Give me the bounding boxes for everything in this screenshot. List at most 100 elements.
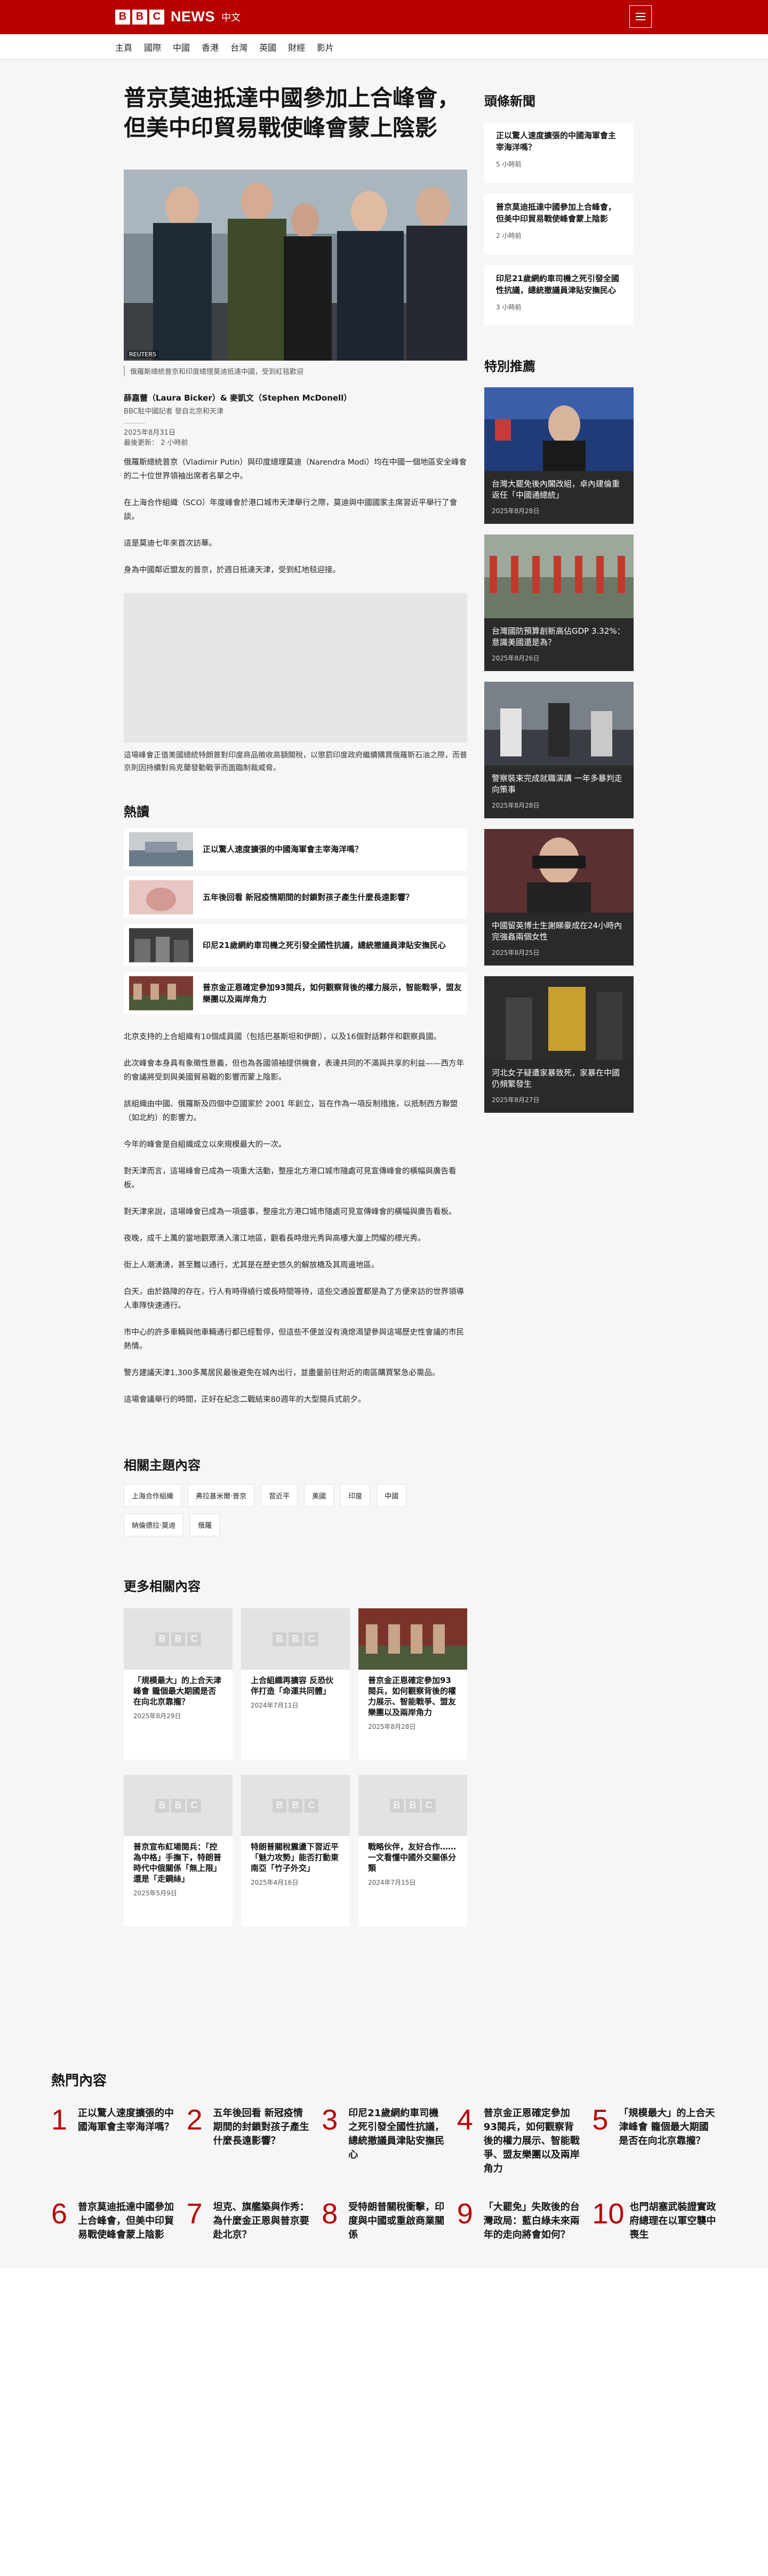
most-read-item[interactable]: 9 「大罷免」失敗後的台灣政局：藍白綠未來兩年的走向將會如何？ — [457, 2199, 582, 2242]
topic-tag[interactable]: 美國 — [304, 1484, 334, 1507]
featured-item[interactable]: 警察裝束完成就職演講 一年多暴判走向策事 2025年8月28日 — [484, 682, 634, 818]
related-card-title: 「規模最大」的上合天津峰會 籠個最大期國是否在向北京靠攏？ — [133, 1676, 222, 1706]
most-read-item[interactable]: 1 正以驚人速度擴張的中國海軍會主宰海洋嗎？ — [51, 2106, 176, 2176]
placeholder-logo-letter: B — [155, 1632, 169, 1646]
nav-item-hongkong[interactable]: 香港 — [202, 41, 219, 53]
top-story-item[interactable]: 普京莫迪抵達中國參加上合峰會，但美中印貿易戰使峰會蒙上陰影 2 小時前 — [484, 194, 634, 254]
nav-item-china[interactable]: 中國 — [173, 41, 190, 53]
related-card-title: 普京金正恩確定參加93閱兵，如何觀察背後的權力展示、智能戰爭、盟友樂團以及兩岸角… — [368, 1676, 457, 1717]
hot-read-thumbnail — [129, 928, 193, 962]
placeholder-logo-letter: B — [289, 1632, 302, 1646]
placeholder-logo-letter: B — [289, 1798, 302, 1813]
nav-item-video[interactable]: 影片 — [317, 41, 334, 53]
section-nav: 主頁 國際 中國 香港 台灣 英國 財經 影片 — [0, 34, 768, 60]
topic-tag[interactable]: 習近平 — [261, 1484, 298, 1507]
placeholder-logo-letter: C — [305, 1798, 318, 1813]
most-read-title-text: 普京莫迪抵達中國參加上合峰會，但美中印貿易戰使峰會蒙上陰影 — [78, 2202, 174, 2240]
featured-title: 特別推薦 — [484, 359, 535, 374]
featured-item[interactable]: 台灣大罷免後內閣改組，卓內建倫重返任「中國通總統」 2025年8月28日 — [484, 387, 634, 524]
top-story-time: 2 小時前 — [496, 232, 522, 240]
publish-date: 2025年8月31日 — [124, 429, 175, 437]
featured-image — [484, 829, 634, 913]
bbc-news-logo[interactable]: B B C NEWS 中文 — [115, 9, 241, 25]
most-read-item[interactable]: 10 也門胡塞武裝證實政府總理在以軍空襲中喪生 — [592, 2199, 717, 2242]
related-card-image — [358, 1608, 467, 1670]
article-paragraph: 對天津來說，這場峰會已成為一項盛事，整座北方港口城市隨處可見宣傳峰會的橫幅與廣告… — [124, 1208, 457, 1216]
more-related-grid: B B C 「規模最大」的上合天津峰會 籠個最大期國是否在向北京靠攏？ 2025… — [124, 1608, 467, 1926]
embedded-media-caption: 這場峰會正值美國總統特朗普對印度商品徵收高額關稅，以懲罰印度政府繼續購買俄羅斯石… — [124, 751, 467, 772]
related-card-date: 2024年7月15日 — [368, 1879, 416, 1886]
logo-letter: B — [115, 9, 130, 25]
featured-item[interactable]: 台灣國防預算創新高佔GDP 3.32%：意識美國還是為？ 2025年8月26日 — [484, 535, 634, 671]
related-card[interactable]: 普京金正恩確定參加93閱兵，如何觀察背後的權力展示、智能戰爭、盟友樂團以及兩岸角… — [358, 1608, 467, 1760]
related-card[interactable]: B B C 上合組織再擴容 反恐伙伴打造「命運共同體」 2024年7月11日 — [241, 1608, 350, 1760]
related-card[interactable]: B B C 普京宣布紅場閱兵：「控為中格」手撫下，特朗普時代中俄關係「無上限」還… — [124, 1775, 233, 1926]
most-read-rank: 1 — [51, 2104, 68, 2136]
placeholder-logo-letter: B — [273, 1632, 286, 1646]
top-story-title: 正以驚人速度擴張的中國海軍會主宰海洋嗎？ — [496, 131, 617, 152]
most-read-item[interactable]: 7 坦克、旗艦築與作秀：為什麼金正恩與普京要赴北京？ — [187, 2199, 311, 2242]
article-paragraph: 街上人潮湧湧，甚至難以通行，尤其是在歷史悠久的解放橋及其周邊地區。 — [124, 1261, 379, 1270]
featured-item[interactable]: 河北女子疑遭家暴致死，家暴在中國仍頻繁發生 2025年8月27日 — [484, 976, 634, 1113]
featured-item-title: 警察裝束完成就職演講 一年多暴判走向策事 — [492, 773, 622, 794]
nav-item-taiwan[interactable]: 台灣 — [230, 41, 247, 53]
article-paragraph: 在上海合作組織（SCO）年度峰會於港口城市天津舉行之際，莫迪與中國國家主席習近平… — [124, 499, 458, 521]
top-story-item[interactable]: 正以驚人速度擴張的中國海軍會主宰海洋嗎？ 5 小時前 — [484, 122, 634, 183]
bbc-placeholder-image: B B C — [241, 1608, 350, 1670]
article-paragraph: 此次峰會本身具有象徵性意義，但也為各國領袖提供機會，表達共同的不滿與共享的利益—… — [124, 1059, 464, 1082]
nav-item-home[interactable]: 主頁 — [115, 41, 132, 53]
article-paragraph: 這場會議舉行的時間，正好在紀念二戰結束80週年的大型閱兵式前夕。 — [124, 1395, 366, 1404]
featured-item[interactable]: 中國留英博士生謝睇豪成在24小時內完強姦兩個女性 2025年8月25日 — [484, 829, 634, 966]
most-read-rank: 8 — [322, 2198, 338, 2230]
sidebar: 頭條新聞 正以驚人速度擴張的中國海軍會主宰海洋嗎？ 5 小時前 普京莫迪抵達中國… — [484, 75, 634, 1123]
image-credit: REUTERS — [127, 350, 158, 358]
topic-tag[interactable]: 納倫德拉·莫迪 — [124, 1513, 184, 1536]
most-read-item[interactable]: 8 受特朗普關稅衝擊，印度與中國或重啟商業關係 — [322, 2199, 446, 2242]
most-read-title-text: 也門胡塞武裝證實政府總理在以軍空襲中喪生 — [629, 2202, 716, 2240]
hot-read-item[interactable]: 普京金正恩確定參加93閱兵，如何觀察背後的權力展示，智能戰爭，盟友樂團以及兩岸角… — [124, 972, 467, 1014]
hot-read-item[interactable]: 五年後回看 新冠疫情期間的封鎖對孩子產生什麼長遠影響？ — [124, 876, 467, 918]
top-story-item[interactable]: 印尼21歲網約車司機之死引發全國性抗議，總統撤議員津貼安撫民心 3 小時前 — [484, 265, 634, 326]
topic-tag[interactable]: 俄羅 — [190, 1513, 220, 1536]
related-topics-list: 上海合作組織 弗拉基米爾·普京 習近平 美國 印度 中國 納倫德拉·莫迪 俄羅 — [124, 1484, 422, 1536]
topic-tag[interactable]: 中國 — [377, 1484, 407, 1507]
menu-button[interactable] — [629, 5, 652, 28]
related-card[interactable]: B B C 「規模最大」的上合天津峰會 籠個最大期國是否在向北京靠攏？ 2025… — [124, 1608, 233, 1760]
most-read-item[interactable]: 3 印尼21歲網約車司機之死引發全國性抗議，總統撤議員津貼安撫民心 — [322, 2106, 446, 2176]
placeholder-logo-letter: C — [422, 1798, 436, 1813]
top-bar: B B C NEWS 中文 — [0, 0, 768, 34]
related-card[interactable]: B B C 特朗普關稅震盪下習近平「魅力攻勢」能否打動東南亞「竹子外交」 202… — [241, 1775, 350, 1926]
most-read-item[interactable]: 6 普京莫迪抵達中國參加上合峰會，但美中印貿易戰使峰會蒙上陰影 — [51, 2199, 176, 2242]
most-read-rank: 5 — [592, 2104, 609, 2136]
featured-image — [484, 682, 634, 765]
hot-read-thumbnail — [129, 976, 193, 1010]
bbc-placeholder-image: B B C — [124, 1608, 233, 1670]
topic-tag[interactable]: 上海合作組織 — [124, 1484, 182, 1507]
top-story-title: 普京莫迪抵達中國參加上合峰會，但美中印貿易戰使峰會蒙上陰影 — [496, 202, 617, 224]
hot-read-item[interactable]: 正以驚人速度擴張的中國海軍會主宰海洋嗎？ — [124, 828, 467, 870]
related-card-title: 戰略伙伴，友好合作……一文看懂中國外交關係分類 — [368, 1842, 457, 1873]
topic-tag[interactable]: 印度 — [340, 1484, 371, 1507]
nav-item-business[interactable]: 財經 — [288, 41, 305, 53]
most-read-title-text: 正以驚人速度擴張的中國海軍會主宰海洋嗎？ — [78, 2108, 174, 2133]
nav-item-international[interactable]: 國際 — [144, 41, 161, 53]
hot-read-item[interactable]: 印尼21歲網約車司機之死引發全國性抗議，總統撤議員津貼安撫民心 — [124, 924, 467, 966]
article-main: 普京莫迪抵達中國參加上合峰會，但美中印貿易戰使峰會蒙上陰影 REUTERS 俄羅… — [124, 75, 467, 1926]
article-paragraph: 這是莫迪七年來首次訪華。 — [124, 539, 217, 548]
article-paragraph: 北京支持的上合組織有10個成員國（包括巴基斯坦和伊朗），以及16個對話夥伴和觀察… — [124, 1033, 442, 1041]
most-read-rank: 9 — [457, 2198, 473, 2230]
featured-image — [484, 976, 634, 1060]
hero-photo-illustration — [124, 170, 467, 361]
most-read-title-text: 受特朗普關稅衝擊，印度與中國或重啟商業關係 — [348, 2202, 445, 2240]
nav-item-uk[interactable]: 英國 — [259, 41, 276, 53]
most-read-item[interactable]: 2 五年後回看 新冠疫情期間的封鎖對孩子產生什麼長遠影響？ — [187, 2106, 311, 2176]
article-headline: 普京莫迪抵達中國參加上合峰會，但美中印貿易戰使峰會蒙上陰影 — [124, 85, 460, 141]
most-read-item[interactable]: 5 「規模最大」的上合天津峰會 籠個最大期國是否在向北京靠攏？ — [592, 2106, 717, 2176]
related-card-date: 2025年5月9日 — [133, 1889, 177, 1897]
related-card[interactable]: B B C 戰略伙伴，友好合作……一文看懂中國外交關係分類 2024年7月15日 — [358, 1775, 467, 1926]
most-read-item[interactable]: 4 普京金正恩確定參加93閱兵，如何觀察背後的權力展示、智能戰爭、盟友樂團以及兩岸… — [457, 2106, 582, 2176]
topic-tag[interactable]: 弗拉基米爾·普京 — [188, 1484, 255, 1507]
hot-read-title: 正以驚人速度擴張的中國海軍會主宰海洋嗎？ — [203, 844, 363, 854]
page-footer-area — [0, 2268, 768, 2576]
byline-divider — [124, 423, 145, 424]
